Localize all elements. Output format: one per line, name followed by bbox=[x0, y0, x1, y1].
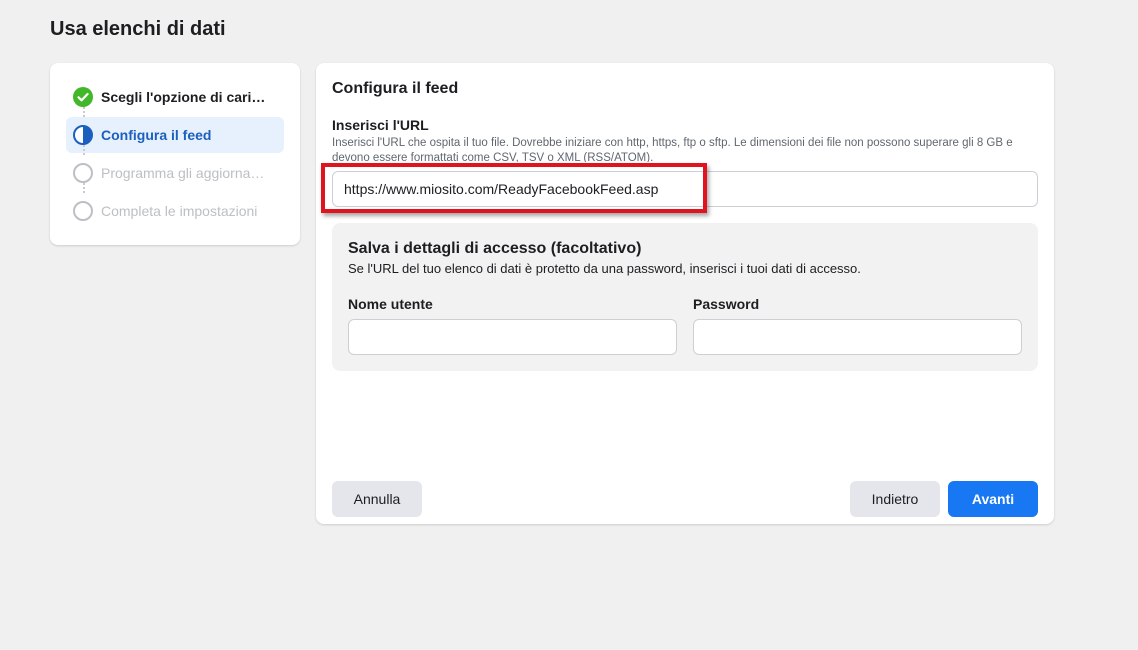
url-input[interactable] bbox=[332, 171, 1038, 207]
username-input[interactable] bbox=[348, 319, 677, 355]
next-button[interactable]: Avanti bbox=[948, 481, 1038, 517]
url-label: Inserisci l'URL bbox=[332, 117, 429, 133]
empty-circle-icon bbox=[73, 201, 93, 221]
cancel-button[interactable]: Annulla bbox=[332, 481, 422, 517]
step-connector bbox=[83, 107, 85, 117]
step-schedule-updates[interactable]: Programma gli aggiornamenti bbox=[66, 155, 284, 191]
password-label: Password bbox=[693, 296, 760, 312]
step-choose-upload-option[interactable]: Scegli l'opzione di caricamento bbox=[66, 79, 284, 115]
setup-stepper: Scegli l'opzione di caricamento Configur… bbox=[50, 63, 300, 245]
password-input[interactable] bbox=[693, 319, 1022, 355]
check-circle-icon bbox=[73, 87, 93, 107]
access-description: Se l'URL del tuo elenco di dati è protet… bbox=[348, 261, 861, 276]
step-label: Completa le impostazioni bbox=[101, 203, 258, 219]
configure-feed-panel: Configura il feed Inserisci l'URL Inseri… bbox=[316, 63, 1054, 524]
step-label: Scegli l'opzione di caricamento bbox=[101, 89, 269, 105]
empty-circle-icon bbox=[73, 163, 93, 183]
step-label: Configura il feed bbox=[101, 127, 212, 143]
access-title: Salva i dettagli di accesso (facoltativo… bbox=[348, 240, 642, 257]
step-connector bbox=[83, 145, 85, 155]
url-help-text: Inserisci l'URL che ospita il tuo file. … bbox=[332, 137, 1013, 162]
step-complete-settings[interactable]: Completa le impostazioni bbox=[66, 193, 284, 229]
access-details-section: Salva i dettagli di accesso (facoltativo… bbox=[332, 223, 1038, 371]
step-label: Programma gli aggiornamenti bbox=[101, 165, 269, 181]
half-circle-progress-icon bbox=[73, 125, 93, 145]
section-title: Configura il feed bbox=[332, 80, 459, 97]
step-configure-feed[interactable]: Configura il feed bbox=[66, 117, 284, 153]
username-label: Nome utente bbox=[348, 296, 433, 312]
back-button[interactable]: Indietro bbox=[850, 481, 940, 517]
page-title: Usa elenchi di dati bbox=[50, 18, 226, 40]
step-connector bbox=[83, 183, 85, 193]
